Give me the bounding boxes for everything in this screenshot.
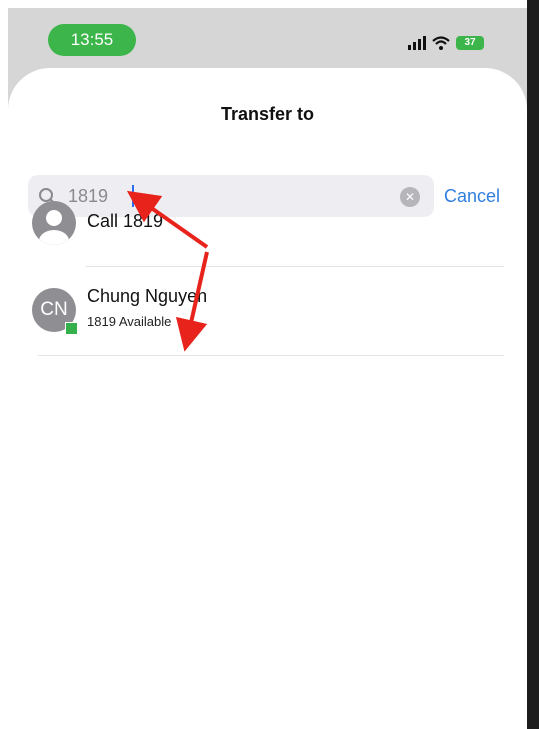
contact-name: Chung Nguyen (87, 286, 208, 306)
status-time: 13:55 (48, 24, 136, 56)
signal-icon (408, 36, 426, 50)
phone-screen: 13:55 37 Transfer to 1819 ✕ Cancel Call … (8, 8, 527, 729)
frame-top-edge (0, 0, 539, 8)
wifi-icon (432, 36, 450, 50)
transfer-sheet: Transfer to ✕ Cancel (8, 68, 527, 729)
call-number-row[interactable]: Call 1819 (8, 178, 527, 268)
screenshot-frame: 13:55 37 Transfer to 1819 ✕ Cancel Call … (0, 0, 539, 729)
battery-icon: 37 (456, 36, 484, 50)
contact-status: 1819 Available (87, 314, 172, 329)
call-number-label: Call 1819 (87, 211, 164, 231)
person-placeholder-icon (32, 201, 76, 245)
row-divider (38, 355, 504, 356)
status-icons: 37 (408, 36, 484, 50)
contact-row[interactable]: CN Chung Nguyen 1819 Available (8, 270, 527, 354)
frame-left-edge (0, 0, 8, 729)
sheet-title: Transfer to (220, 104, 315, 124)
presence-available-icon (65, 322, 78, 335)
row-divider (86, 266, 504, 267)
frame-right-edge (527, 0, 539, 729)
